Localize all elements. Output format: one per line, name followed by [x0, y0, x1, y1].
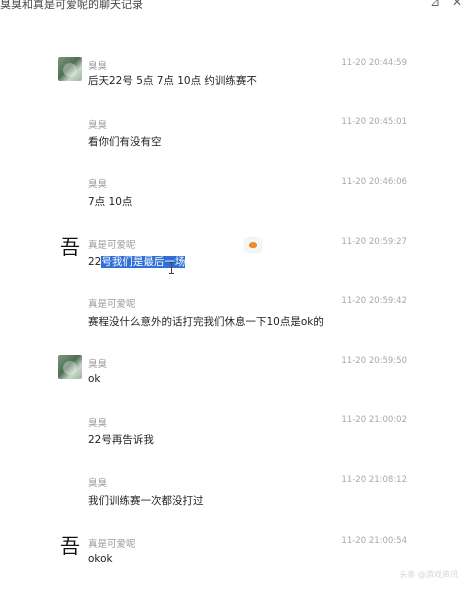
photo-avatar[interactable] [58, 57, 82, 81]
message-item: 吾 真是可爱呢 11-20 21:00:54 okok [0, 534, 464, 594]
message-item: 臭臭 11-20 21:08:12 我们训练赛一次都没打过 [0, 474, 464, 534]
message-item: 臭臭 11-20 21:00:02 22号再告诉我 [0, 414, 464, 474]
sender-name: 真是可爱呢 [88, 240, 136, 251]
chat-history: 臭臭 11-20 20:44:59 后天22号 5点 7点 10点 约训练赛不 … [0, 0, 464, 582]
message-item: 真是可爱呢 11-20 20:59:42 赛程没什么意外的话打完我们休息一下10… [0, 295, 464, 355]
sender-name: 臭臭 [88, 418, 108, 429]
watermark: 头条 @游戏资讯 [399, 570, 458, 579]
sender-name: 真是可爱呢 [88, 539, 136, 550]
sender-name: 臭臭 [88, 61, 108, 72]
message-time: 11-20 21:08:12 [341, 475, 407, 485]
message-text-plain: 22 [88, 256, 102, 268]
message-item: 吾 真是可爱呢 11-20 20:59:27 22号我们是最后一场 [0, 235, 464, 295]
sender-name: 臭臭 [88, 359, 108, 370]
sketch-avatar-glyph: 吾 [60, 534, 80, 558]
message-text: 后天22号 5点 7点 10点 约训练赛不 [88, 75, 257, 87]
message-item: 臭臭 11-20 20:45:01 看你们有没有空 [0, 116, 464, 176]
message-text: 22号再告诉我 [88, 434, 154, 446]
message-time: 11-20 20:59:50 [341, 356, 407, 366]
sketch-avatar-glyph: 吾 [60, 235, 80, 259]
message-text: ok [88, 373, 101, 385]
message-text: 7点 10点 [88, 196, 133, 208]
message-time: 11-20 20:59:27 [341, 237, 407, 247]
message-time: 11-20 20:44:59 [341, 58, 407, 68]
message-item: 臭臭 11-20 20:44:59 后天22号 5点 7点 10点 约训练赛不 [0, 56, 464, 116]
text-cursor-icon [169, 262, 174, 274]
message-text: 赛程没什么意外的话打完我们休息一下10点是ok的 [88, 316, 324, 328]
message-text: okok [88, 553, 113, 565]
message-time: 11-20 21:00:02 [341, 415, 407, 425]
sketch-avatar[interactable]: 吾 [58, 235, 82, 259]
message-time: 11-20 20:59:42 [341, 296, 407, 306]
message-item: 臭臭 11-20 20:46:06 7点 10点 [0, 176, 464, 236]
sender-name: 臭臭 [88, 179, 108, 190]
message-time: 11-20 21:00:54 [341, 536, 407, 546]
sender-name: 真是可爱呢 [88, 299, 136, 310]
sender-name: 臭臭 [88, 120, 108, 131]
message-text: 我们训练赛一次都没打过 [88, 495, 204, 507]
sender-name: 臭臭 [88, 478, 108, 489]
message-time: 11-20 20:46:06 [341, 177, 407, 187]
floating-translate-icon[interactable] [245, 238, 261, 252]
message-time: 11-20 20:45:01 [341, 117, 407, 127]
message-item: 臭臭 11-20 20:59:50 ok [0, 354, 464, 414]
message-text: 看你们有没有空 [88, 136, 162, 148]
photo-avatar[interactable] [58, 355, 82, 379]
sketch-avatar[interactable]: 吾 [58, 534, 82, 558]
